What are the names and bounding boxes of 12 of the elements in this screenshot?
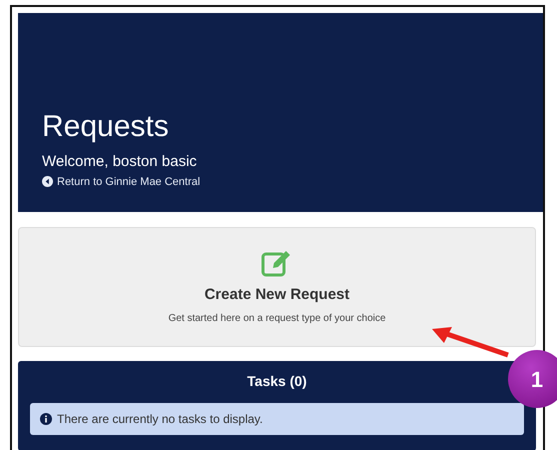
arrow-circle-icon xyxy=(42,176,53,188)
info-icon xyxy=(40,413,52,425)
edit-icon xyxy=(261,248,293,278)
alert-message: There are currently no tasks to display. xyxy=(57,411,263,428)
callout-badge: 1 xyxy=(508,350,557,408)
create-request-card[interactable]: Create New Request Get started here on a request type of your choice xyxy=(18,227,536,347)
card-title: Create New Request xyxy=(204,285,350,305)
welcome-text: Welcome, boston basic xyxy=(42,152,198,172)
card-subtitle: Get started here on a request type of your choice xyxy=(168,312,386,326)
return-link[interactable]: Return to Ginnie Mae Central xyxy=(42,174,200,190)
page-title: Requests xyxy=(42,110,170,143)
panel-title: Tasks (0) xyxy=(246,372,308,391)
